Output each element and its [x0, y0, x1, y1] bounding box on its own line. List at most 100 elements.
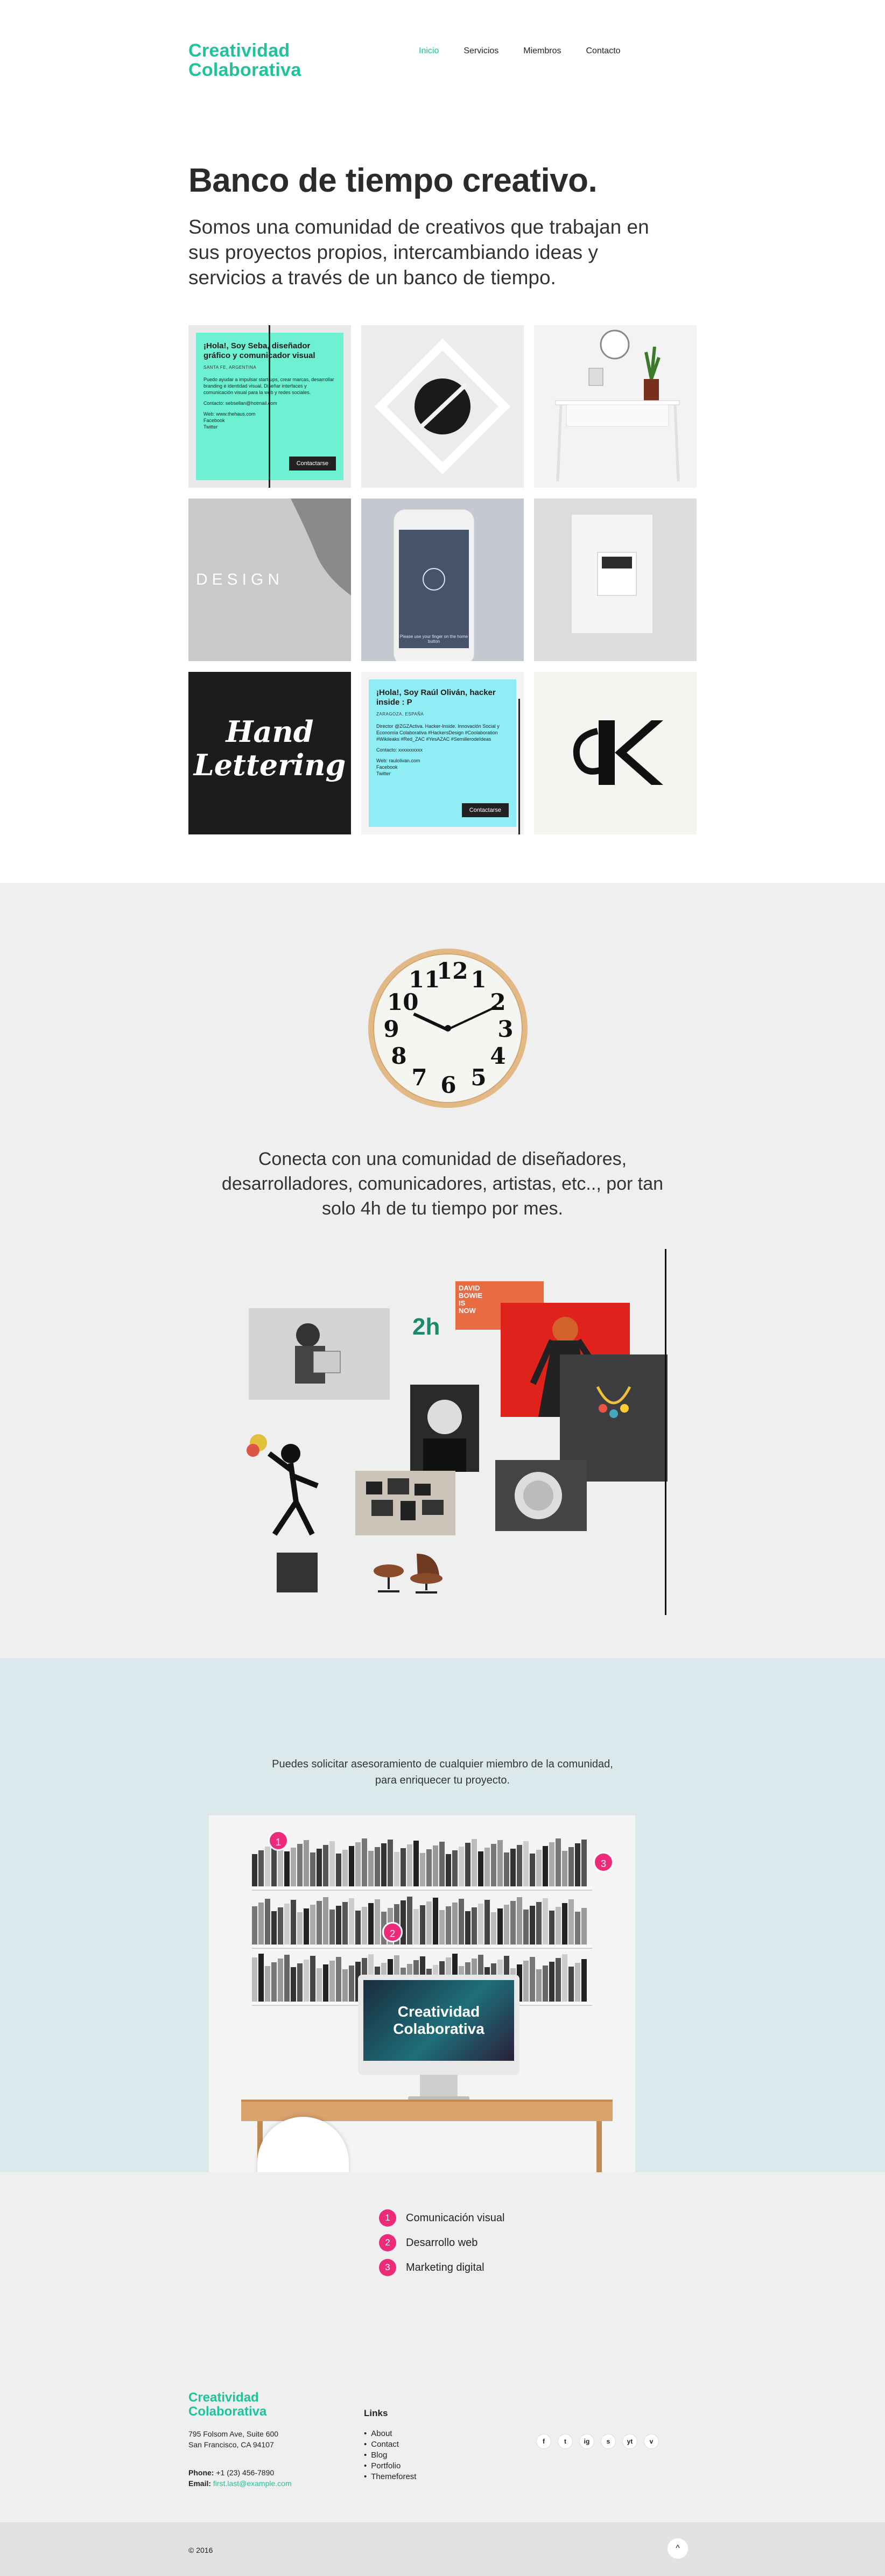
- book-spine: [304, 1908, 309, 1945]
- poster-line2: BOWIE: [459, 1291, 483, 1300]
- vimeo-icon[interactable]: v: [644, 2434, 659, 2449]
- footer-logo[interactable]: Creatividad Colaborativa: [188, 2391, 266, 2419]
- community-text: Conecta con una comunidad de diseñadores…: [221, 1149, 664, 1219]
- card-link-web[interactable]: Web: www.thehaus.com: [203, 411, 255, 417]
- main-nav: Inicio Servicios Miembros Contacto: [419, 46, 645, 56]
- instagram-icon[interactable]: ig: [579, 2434, 594, 2449]
- collage-divider: [665, 1249, 666, 1615]
- back-to-top-button[interactable]: ^: [668, 2538, 688, 2559]
- service-item[interactable]: 3 Marketing digital: [379, 2255, 504, 2280]
- tile-geometric-art[interactable]: [361, 325, 524, 488]
- photo-chairs: [373, 1548, 445, 1594]
- pin-2[interactable]: 2: [382, 1922, 403, 1942]
- footer-link-portfolio[interactable]: Portfolio: [364, 2461, 416, 2472]
- footer-email: Email: first.last@example.com: [188, 2478, 292, 2489]
- footer-link-contact[interactable]: Contact: [364, 2439, 416, 2450]
- book-spine: [381, 1843, 387, 1886]
- book-spine: [278, 1959, 283, 2002]
- book-spine: [336, 1957, 341, 2002]
- book-spine: [329, 1841, 335, 1886]
- monitor-stand: [420, 2075, 458, 2098]
- card-link-facebook[interactable]: Facebook: [203, 418, 225, 423]
- shelf-1: [252, 1886, 592, 1891]
- book-spine: [329, 1910, 335, 1945]
- facebook-icon[interactable]: f: [536, 2434, 551, 2449]
- book-spine: [329, 1961, 335, 2002]
- service-item[interactable]: 1 Comunicación visual: [379, 2206, 504, 2230]
- pin-3[interactable]: 3: [593, 1852, 614, 1872]
- card-title: ¡Hola!, Soy Raúl Oliván, hacker inside :…: [376, 688, 496, 707]
- book-spine: [562, 1954, 567, 2002]
- book-spine: [439, 1842, 445, 1886]
- book-spine: [271, 1962, 277, 2002]
- tile-design[interactable]: DESIGN: [188, 499, 351, 661]
- phone-caption: Please use your finger on the home butto…: [399, 634, 468, 644]
- book-spine: [284, 1955, 290, 2002]
- book-spine: [536, 1969, 542, 2002]
- nav-servicios[interactable]: Servicios: [463, 46, 498, 56]
- member-card-raul[interactable]: ¡Hola!, Soy Raúl Oliván, hacker inside :…: [361, 672, 524, 834]
- youtube-icon[interactable]: yt: [622, 2434, 637, 2449]
- book-spine: [265, 1847, 270, 1886]
- service-item[interactable]: 2 Desarrollo web: [379, 2230, 504, 2255]
- contact-button[interactable]: Contactarse: [461, 803, 509, 817]
- footer-link-about[interactable]: About: [364, 2428, 416, 2439]
- book-spine: [258, 1903, 264, 1945]
- nav-miembros[interactable]: Miembros: [523, 46, 561, 56]
- tile-hand-lettering[interactable]: Hand Lettering: [188, 672, 351, 834]
- book-spine: [304, 1960, 309, 2002]
- clock-10: 10: [387, 989, 419, 1015]
- book-spine: [252, 1957, 257, 2002]
- book-spine: [375, 1847, 380, 1886]
- card-link-facebook[interactable]: Facebook: [376, 764, 398, 770]
- book-spine: [581, 1959, 587, 2002]
- book-spine: [568, 1967, 574, 2002]
- book-spine: [465, 1911, 470, 1945]
- email-label: Email:: [188, 2479, 212, 2488]
- tile-paper[interactable]: [534, 499, 697, 661]
- clock-8: 8: [391, 1043, 407, 1069]
- card-link-web[interactable]: Web: raulolivan.com: [376, 758, 420, 763]
- monitor-line1: Creatividad: [397, 2003, 480, 2020]
- tile-workspace[interactable]: [534, 325, 697, 488]
- card-link-twitter[interactable]: Twitter: [376, 771, 391, 776]
- tile-k-logo[interactable]: [534, 672, 697, 834]
- service-label: Marketing digital: [406, 2261, 484, 2273]
- contact-button[interactable]: Contactarse: [289, 457, 336, 471]
- book-spine: [323, 1897, 328, 1945]
- footer-link-themeforest[interactable]: Themeforest: [364, 2472, 416, 2482]
- book-spine: [278, 1907, 283, 1945]
- book-spine: [562, 1851, 567, 1886]
- divider-line: [518, 699, 520, 834]
- email-link[interactable]: first.last@example.com: [213, 2479, 292, 2488]
- twitter-icon[interactable]: t: [558, 2434, 573, 2449]
- nav-contacto[interactable]: Contacto: [586, 46, 621, 56]
- book-spine: [517, 1897, 522, 1945]
- book-spine: [523, 1961, 529, 2002]
- member-card-seba[interactable]: ¡Hola!, Soy Seba, diseñador gráfico y co…: [188, 325, 351, 488]
- skype-icon[interactable]: s: [601, 2434, 616, 2449]
- book-spine: [426, 1901, 432, 1945]
- book-spine: [556, 1907, 561, 1945]
- tile-phone[interactable]: Please use your finger on the home butto…: [361, 499, 524, 661]
- book-spine: [543, 1846, 548, 1886]
- card-link-twitter[interactable]: Twitter: [203, 424, 218, 430]
- member-grid: ¡Hola!, Soy Seba, diseñador gráfico y co…: [188, 325, 697, 837]
- book-spine: [252, 1906, 257, 1945]
- book-spine: [368, 1903, 374, 1945]
- book-spine: [504, 1905, 509, 1945]
- nav-inicio[interactable]: Inicio: [419, 46, 439, 56]
- book-spine: [349, 1846, 354, 1886]
- book-spine: [355, 1842, 361, 1886]
- lettering-word: Lettering: [193, 748, 346, 782]
- pin-1[interactable]: 1: [268, 1830, 289, 1851]
- book-spine: [575, 1963, 580, 2002]
- book-spine: [413, 1841, 419, 1886]
- book-spine: [258, 1850, 264, 1886]
- photo-banksy: [237, 1427, 334, 1540]
- footer-link-blog[interactable]: Blog: [364, 2450, 416, 2461]
- book-spine: [310, 1956, 315, 2002]
- shelf-2: [252, 1945, 592, 1949]
- site-logo[interactable]: Creatividad Colaborativa: [188, 41, 301, 80]
- k-logo-image: [534, 672, 697, 834]
